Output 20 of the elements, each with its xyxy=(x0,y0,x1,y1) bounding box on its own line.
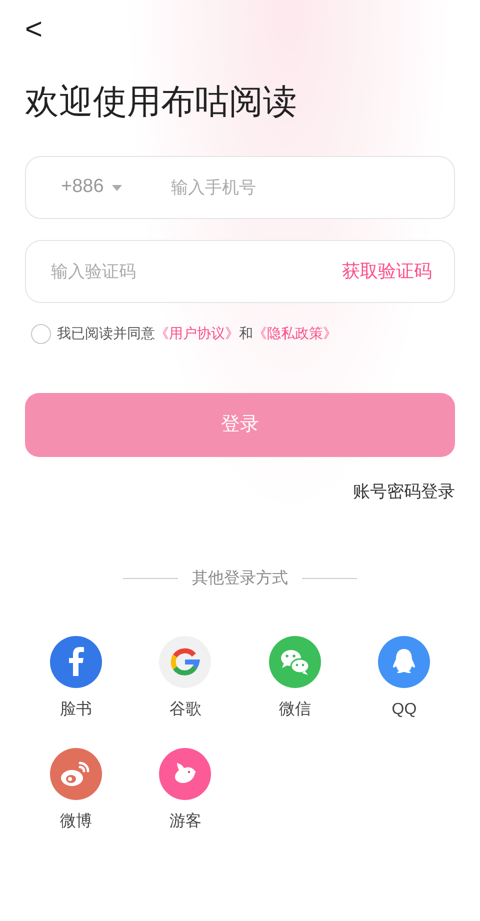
agreement-text: 我已阅读并同意《用户协议》和《隐私政策》 xyxy=(57,324,337,343)
password-login-link[interactable]: 账号密码登录 xyxy=(353,479,455,504)
back-button[interactable]: < xyxy=(25,14,49,46)
eye-waves-icon xyxy=(50,748,102,800)
chat-bubbles-icon xyxy=(268,636,321,688)
phone-input[interactable]: 输入手机号 xyxy=(171,174,419,200)
facebook-icon xyxy=(50,636,102,688)
social-login-button[interactable]: 微博 xyxy=(21,748,130,834)
social-login-button[interactable]: QQ xyxy=(350,636,459,722)
bird-icon xyxy=(159,748,212,800)
social-login-button[interactable]: 游客 xyxy=(130,748,240,834)
caret-icon xyxy=(112,184,122,190)
code-input[interactable]: 输入验证码 xyxy=(51,258,342,284)
social-login-button[interactable]: 谷歌 xyxy=(130,636,240,722)
google-icon xyxy=(159,636,212,688)
page-title: 欢迎使用布咕阅读 xyxy=(25,82,298,123)
social-login-button[interactable]: 脸书 xyxy=(21,636,130,722)
other-methods-heading: 其他登录方式 xyxy=(192,568,288,588)
penguin-icon xyxy=(378,636,430,688)
social-login-button[interactable]: 微信 xyxy=(240,636,350,722)
